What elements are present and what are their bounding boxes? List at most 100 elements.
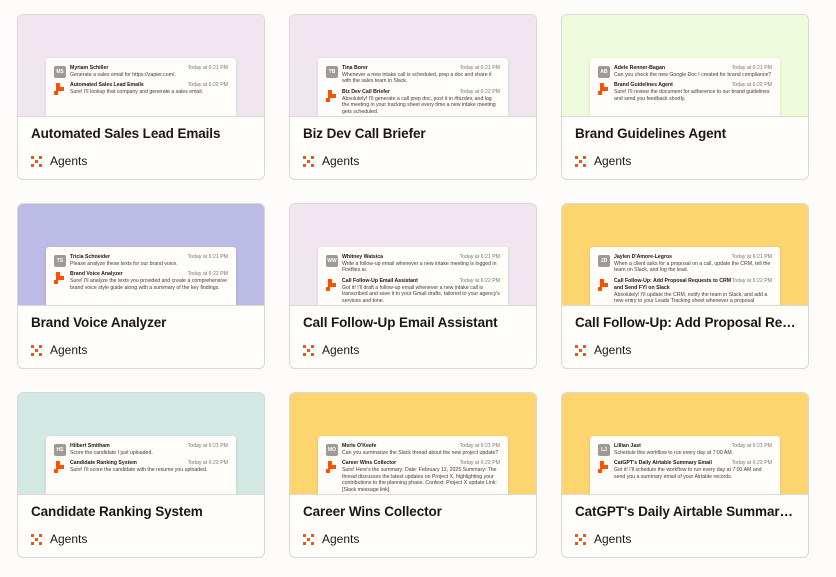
bot-message: Candidate Ranking System Today at 6:22 P…: [54, 460, 228, 474]
user-message-text: Please analyze these texts for our brand…: [70, 261, 178, 267]
message-time: Today at 6:22 PM: [187, 82, 228, 89]
message-time: Today at 6:21 PM: [731, 443, 772, 449]
zapier-bot-icon: [54, 272, 64, 285]
card-tag: Agents: [575, 532, 631, 546]
message-time: Today at 6:22 PM: [731, 277, 772, 284]
card-preview-banner: TB Tina Borer Today at 6:21 PM Whenever …: [290, 15, 536, 116]
bot-name: Candidate Ranking System: [70, 460, 137, 467]
template-card[interactable]: TS Tricia Schneider Today at 6:21 PM Ple…: [17, 203, 265, 369]
bot-name: Automated Sales Lead Emails: [70, 82, 144, 89]
user-message-text: Score the candidate I just uploaded.: [70, 450, 153, 456]
card-divider: [290, 305, 536, 306]
user-message: WW Whitney Watsica Today at 6:21 PM Writ…: [326, 254, 500, 274]
message-time: Today at 6:21 PM: [731, 65, 772, 71]
chat-preview: LJ Lillian Jast Today at 6:21 PM Schedul…: [590, 436, 780, 494]
chat-preview: JD Jaylen D'Amore-Legros Today at 6:21 P…: [590, 247, 780, 305]
user-avatar: TS: [54, 255, 66, 267]
user-message: MS Myriam Schiller Today at 6:21 PM Gene…: [54, 65, 228, 78]
agents-icon: [575, 533, 586, 545]
message-time: Today at 6:21 PM: [459, 443, 500, 449]
template-card[interactable]: LJ Lillian Jast Today at 6:21 PM Schedul…: [561, 392, 809, 558]
zapier-bot-icon: [598, 461, 608, 474]
user-name: Hilbert Smitham: [70, 443, 110, 449]
message-time: Today at 6:21 PM: [187, 443, 228, 449]
bot-message-text: Sure! I'll lookup that company and gener…: [70, 89, 204, 96]
template-card[interactable]: WW Whitney Watsica Today at 6:21 PM Writ…: [289, 203, 537, 369]
message-time: Today at 6:22 PM: [459, 88, 500, 95]
chat-preview: MS Myriam Schiller Today at 6:21 PM Gene…: [46, 58, 236, 116]
bot-name: CatGPT's Daily Airtable Summary Email: [614, 460, 712, 467]
card-preview-banner: WW Whitney Watsica Today at 6:21 PM Writ…: [290, 204, 536, 305]
card-tag: Agents: [303, 532, 359, 546]
chat-preview: WW Whitney Watsica Today at 6:21 PM Writ…: [318, 247, 508, 305]
user-name: Tricia Schneider: [70, 254, 111, 260]
template-card[interactable]: TB Tina Borer Today at 6:21 PM Whenever …: [289, 14, 537, 180]
agents-icon: [303, 155, 314, 167]
bot-name: Brand Guidelines Agent: [614, 82, 673, 89]
user-avatar: WW: [326, 255, 338, 267]
card-title[interactable]: Call Follow-Up Email Assistant: [303, 315, 526, 330]
user-name: Jaylen D'Amore-Legros: [614, 254, 673, 260]
card-title[interactable]: Candidate Ranking System: [31, 504, 254, 519]
agents-icon: [31, 155, 42, 167]
card-tag-label: Agents: [594, 343, 632, 357]
template-card[interactable]: MS Myriam Schiller Today at 6:21 PM Gene…: [17, 14, 265, 180]
bot-message: Biz Dev Call Briefer Today at 6:22 PM Ab…: [326, 89, 500, 115]
card-divider: [290, 494, 536, 495]
card-title[interactable]: Brand Guidelines Agent: [575, 126, 798, 141]
card-tag: Agents: [575, 343, 631, 357]
template-card[interactable]: JD Jaylen D'Amore-Legros Today at 6:21 P…: [561, 203, 809, 369]
card-divider: [562, 494, 808, 495]
user-message-text: Write a follow-up email whenever a new i…: [342, 261, 497, 274]
bot-message: Call Follow-Up: Add Proposal Requests to…: [598, 278, 772, 305]
user-name: Whitney Watsica: [342, 254, 384, 260]
card-title[interactable]: CatGPT's Daily Airtable Summary Email: [575, 504, 798, 519]
card-tag: Agents: [31, 154, 87, 168]
card-title[interactable]: Call Follow-Up: Add Proposal Requests ..…: [575, 315, 798, 330]
user-avatar: HS: [54, 444, 66, 456]
user-avatar: JD: [598, 255, 610, 267]
card-title[interactable]: Biz Dev Call Briefer: [303, 126, 526, 141]
user-name: Myriam Schiller: [70, 65, 109, 71]
bot-name: Call Follow-Up: Add Proposal Requests to…: [614, 277, 732, 291]
user-name: Merle O'Keefe: [342, 443, 377, 449]
card-divider: [18, 494, 264, 495]
bot-message: Automated Sales Lead Emails Today at 6:2…: [54, 82, 228, 96]
user-message-text: Can you check the new Google Doc I creat…: [614, 72, 772, 78]
card-tag-label: Agents: [594, 532, 632, 546]
card-title[interactable]: Career Wins Collector: [303, 504, 526, 519]
user-message: TB Tina Borer Today at 6:21 PM Whenever …: [326, 65, 500, 85]
bot-message-text: Absolutely! I'll generate a call prep do…: [342, 95, 496, 115]
user-message: JD Jaylen D'Amore-Legros Today at 6:21 P…: [598, 254, 772, 274]
card-tag-label: Agents: [50, 532, 88, 546]
bot-name: Call Follow-Up Email Assistant: [342, 277, 418, 284]
card-tag-label: Agents: [322, 154, 360, 168]
bot-message-text: Got it! I'll schedule the workflow to ru…: [614, 467, 762, 480]
user-name: Adele Renner-Bagan: [614, 65, 666, 71]
agents-icon: [303, 533, 314, 545]
user-avatar: LJ: [598, 444, 610, 456]
card-tag-label: Agents: [322, 532, 360, 546]
bot-message: Brand Guidelines Agent Today at 6:22 PM …: [598, 82, 772, 102]
bot-message: Brand Voice Analyzer Today at 6:22 PM Su…: [54, 271, 228, 291]
bot-message-text: Absolutely! I'll update the CRM, notify …: [614, 291, 768, 305]
template-card[interactable]: HS Hilbert Smitham Today at 6:21 PM Scor…: [17, 392, 265, 558]
zapier-bot-icon: [598, 278, 608, 291]
zapier-bot-icon: [54, 83, 64, 96]
card-title[interactable]: Brand Voice Analyzer: [31, 315, 254, 330]
bot-name: Brand Voice Analyzer: [70, 271, 123, 278]
user-message: AB Adele Renner-Bagan Today at 6:21 PM C…: [598, 65, 772, 78]
message-time: Today at 6:22 PM: [731, 460, 772, 467]
message-time: Today at 6:21 PM: [187, 254, 228, 260]
template-card[interactable]: AB Adele Renner-Bagan Today at 6:21 PM C…: [561, 14, 809, 180]
bot-message-text: Sure! I'll analyze the texts you provide…: [70, 278, 227, 291]
card-title[interactable]: Automated Sales Lead Emails: [31, 126, 254, 141]
card-preview-banner: LJ Lillian Jast Today at 6:21 PM Schedul…: [562, 393, 808, 494]
card-divider: [562, 305, 808, 306]
user-avatar: MS: [54, 66, 66, 78]
template-card[interactable]: MO Merle O'Keefe Today at 6:21 PM Can yo…: [289, 392, 537, 558]
agents-icon: [575, 155, 586, 167]
chat-preview: MO Merle O'Keefe Today at 6:21 PM Can yo…: [318, 436, 508, 494]
card-preview-banner: HS Hilbert Smitham Today at 6:21 PM Scor…: [18, 393, 264, 494]
bot-name: Biz Dev Call Briefer: [342, 88, 390, 95]
